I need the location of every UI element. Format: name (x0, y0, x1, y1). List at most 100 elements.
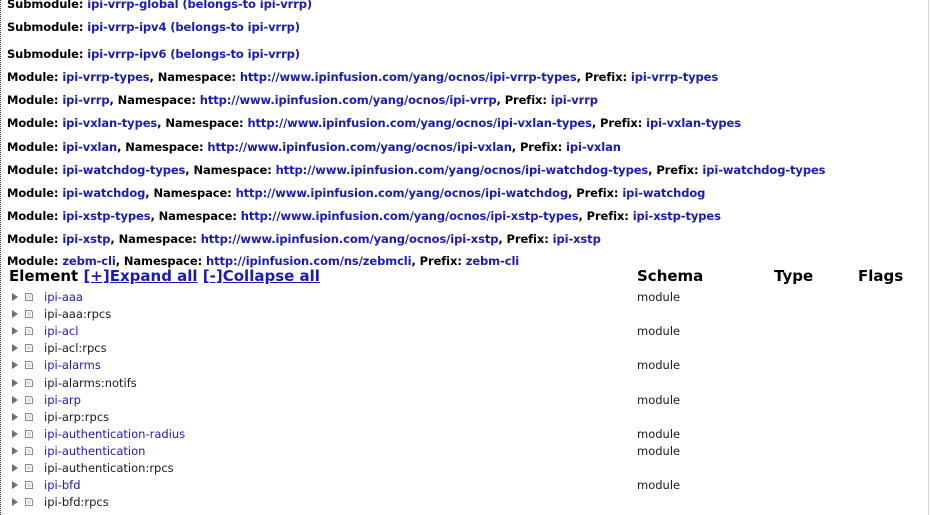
tree-row: ipi-authentication module (1, 443, 930, 460)
module-line-label: Module: (7, 93, 63, 107)
module-line-link[interactable]: ipi-vxlan-types (62, 116, 157, 130)
schema-cell: module (637, 443, 681, 458)
module-line-label: , Namespace: (157, 116, 248, 130)
schema-cell: module (637, 478, 681, 493)
module-line: Module: ipi-watchdog, Namespace: http://… (7, 183, 705, 203)
folder-icon (25, 446, 33, 455)
tree-row: ipi-arp module (1, 392, 930, 409)
tree-node-link[interactable]: ipi-bfd (44, 477, 81, 494)
triangle-right-icon[interactable] (12, 293, 18, 301)
triangle-right-icon[interactable] (12, 310, 18, 319)
schema-cell: module (637, 290, 681, 304)
folder-icon (25, 361, 33, 370)
tree-node-link[interactable]: ipi-authentication (44, 443, 145, 460)
tree-row: ipi-aaa module (1, 289, 930, 306)
triangle-right-icon[interactable] (12, 498, 18, 507)
module-line-label: Module: (7, 116, 63, 130)
module-line-link[interactable]: http://www.ipinfusion.com/yang/ocnos/ipi… (276, 163, 649, 177)
tree-node-link[interactable]: ipi-acl (44, 323, 78, 340)
module-line-link[interactable]: http://www.ipinfusion.com/yang/ocnos/ipi… (236, 186, 569, 200)
tree-row: ipi-arp:rpcs (1, 409, 930, 426)
tree-row: ipi-bfd module (1, 477, 930, 494)
tree-node-link[interactable]: ipi-authentication-radius (44, 426, 185, 443)
tree-row: ipi-acl module (1, 323, 930, 340)
module-line-link[interactable]: ipi-vrrp-global (belongs-to ipi-vrrp) (87, 0, 312, 11)
element-column-header: Element [+]Expand all [-]Collapse all (9, 266, 320, 286)
module-line-link[interactable]: ipi-watchdog-types (702, 163, 825, 177)
tree-node-label: ipi-arp:rpcs (44, 409, 110, 424)
module-line-link[interactable]: ipi-vrrp (62, 93, 109, 107)
tree-row: ipi-authentication:rpcs (1, 460, 930, 477)
folder-icon (25, 310, 33, 319)
triangle-right-icon[interactable] (12, 344, 18, 353)
module-line-label: , Namespace: (109, 93, 200, 107)
module-line: Module: ipi-vxlan-types, Namespace: http… (7, 113, 741, 133)
triangle-right-icon[interactable] (12, 327, 18, 336)
tree-node-link[interactable]: ipi-aaa (44, 289, 83, 306)
module-line-label: Module: (7, 140, 63, 154)
folder-icon (25, 395, 33, 404)
module-line: Module: ipi-vrrp-types, Namespace: http:… (7, 67, 718, 87)
module-line-label: , Prefix: (576, 70, 631, 84)
collapse-all-link[interactable]: [-]Collapse all (203, 267, 320, 285)
module-line-label: Module: (7, 232, 63, 246)
module-line-link[interactable]: ipi-xstp (62, 232, 110, 246)
triangle-right-icon[interactable] (12, 446, 18, 455)
module-line-link[interactable]: ipi-vxlan-types (646, 116, 741, 130)
module-line-link[interactable]: http://www.ipinfusion.com/yang/ocnos/ipi… (247, 116, 592, 130)
folder-icon (25, 412, 33, 421)
module-line-link[interactable]: ipi-watchdog-types (62, 163, 185, 177)
module-line-link[interactable]: ipi-vrrp-types (631, 70, 718, 84)
module-line-link[interactable]: ipi-xstp-types (62, 209, 150, 223)
module-line-label: Module: (7, 186, 63, 200)
module-line: Module: ipi-vrrp, Namespace: http://www.… (7, 90, 598, 110)
tree-node-link[interactable]: ipi-alarms (44, 357, 101, 374)
module-line-link[interactable]: http://www.ipinfusion.com/yang/ocnos/ipi… (201, 232, 499, 246)
module-line-link[interactable]: ipi-xstp (553, 232, 601, 246)
module-line-label: , Namespace: (185, 163, 276, 177)
expand-all-link[interactable]: [+]Expand all (83, 267, 197, 285)
module-line-link[interactable]: ipi-vrrp-ipv4 (belongs-to ipi-vrrp) (87, 20, 300, 34)
triangle-right-icon[interactable] (12, 412, 18, 421)
module-line-link[interactable]: ipi-vrrp (551, 93, 598, 107)
tree-node-label: ipi-authentication:rpcs (44, 461, 174, 475)
module-line-link[interactable]: ipi-xstp-types (633, 209, 721, 223)
module-line: Module: ipi-xstp-types, Namespace: http:… (7, 206, 721, 226)
tree-row: ipi-bfd:rpcs (1, 494, 930, 511)
module-line: Module: ipi-xstp, Namespace: http://www.… (7, 229, 601, 249)
module-line-label: Submodule: (7, 47, 88, 61)
triangle-right-icon[interactable] (12, 378, 18, 387)
module-line-link[interactable]: http://www.ipinfusion.com/yang/ocnos/ipi… (200, 93, 497, 107)
element-label: Element (9, 267, 79, 285)
triangle-right-icon[interactable] (12, 464, 18, 472)
schema-cell: module (637, 392, 681, 407)
triangle-right-icon[interactable] (12, 361, 18, 370)
triangle-right-icon[interactable] (12, 481, 18, 490)
tree-node-label: ipi-bfd:rpcs (44, 495, 109, 510)
module-line-link[interactable]: ipi-watchdog (622, 186, 705, 200)
tree-node-link[interactable]: ipi-arp (44, 392, 81, 409)
module-line: Submodule: ipi-vrrp-global (belongs-to i… (7, 0, 312, 14)
module-line-label: , Prefix: (498, 232, 553, 246)
module-line-label: , Prefix: (568, 186, 623, 200)
triangle-right-icon[interactable] (12, 429, 18, 438)
module-line-link[interactable]: ipi-watchdog (62, 186, 145, 200)
module-line-link[interactable]: http://www.ipinfusion.com/yang/ocnos/ipi… (240, 70, 577, 84)
module-line-link[interactable]: ipi-vxlan (566, 140, 621, 154)
module-line-link[interactable]: ipi-vxlan (62, 140, 117, 154)
type-column-header: Type (774, 267, 814, 285)
module-line-link[interactable]: http://www.ipinfusion.com/yang/ocnos/ipi… (241, 209, 579, 223)
folder-icon (25, 378, 33, 387)
schema-cell: module (637, 358, 681, 373)
tree-header: Element [+]Expand all [-]Collapse all Sc… (9, 266, 924, 286)
module-line-link[interactable]: ipi-vrrp-types (62, 70, 149, 84)
module-line-label: Submodule: (7, 20, 88, 34)
module-line-label: , Namespace: (110, 232, 201, 246)
schema-column-header: Schema (637, 267, 704, 285)
folder-icon (25, 293, 33, 301)
triangle-right-icon[interactable] (12, 395, 18, 404)
module-line-label: , Namespace: (150, 209, 241, 223)
folder-icon (25, 464, 33, 472)
module-line-link[interactable]: ipi-vrrp-ipv6 (belongs-to ipi-vrrp) (87, 47, 300, 61)
module-line-link[interactable]: http://www.ipinfusion.com/yang/ocnos/ipi… (207, 140, 511, 154)
